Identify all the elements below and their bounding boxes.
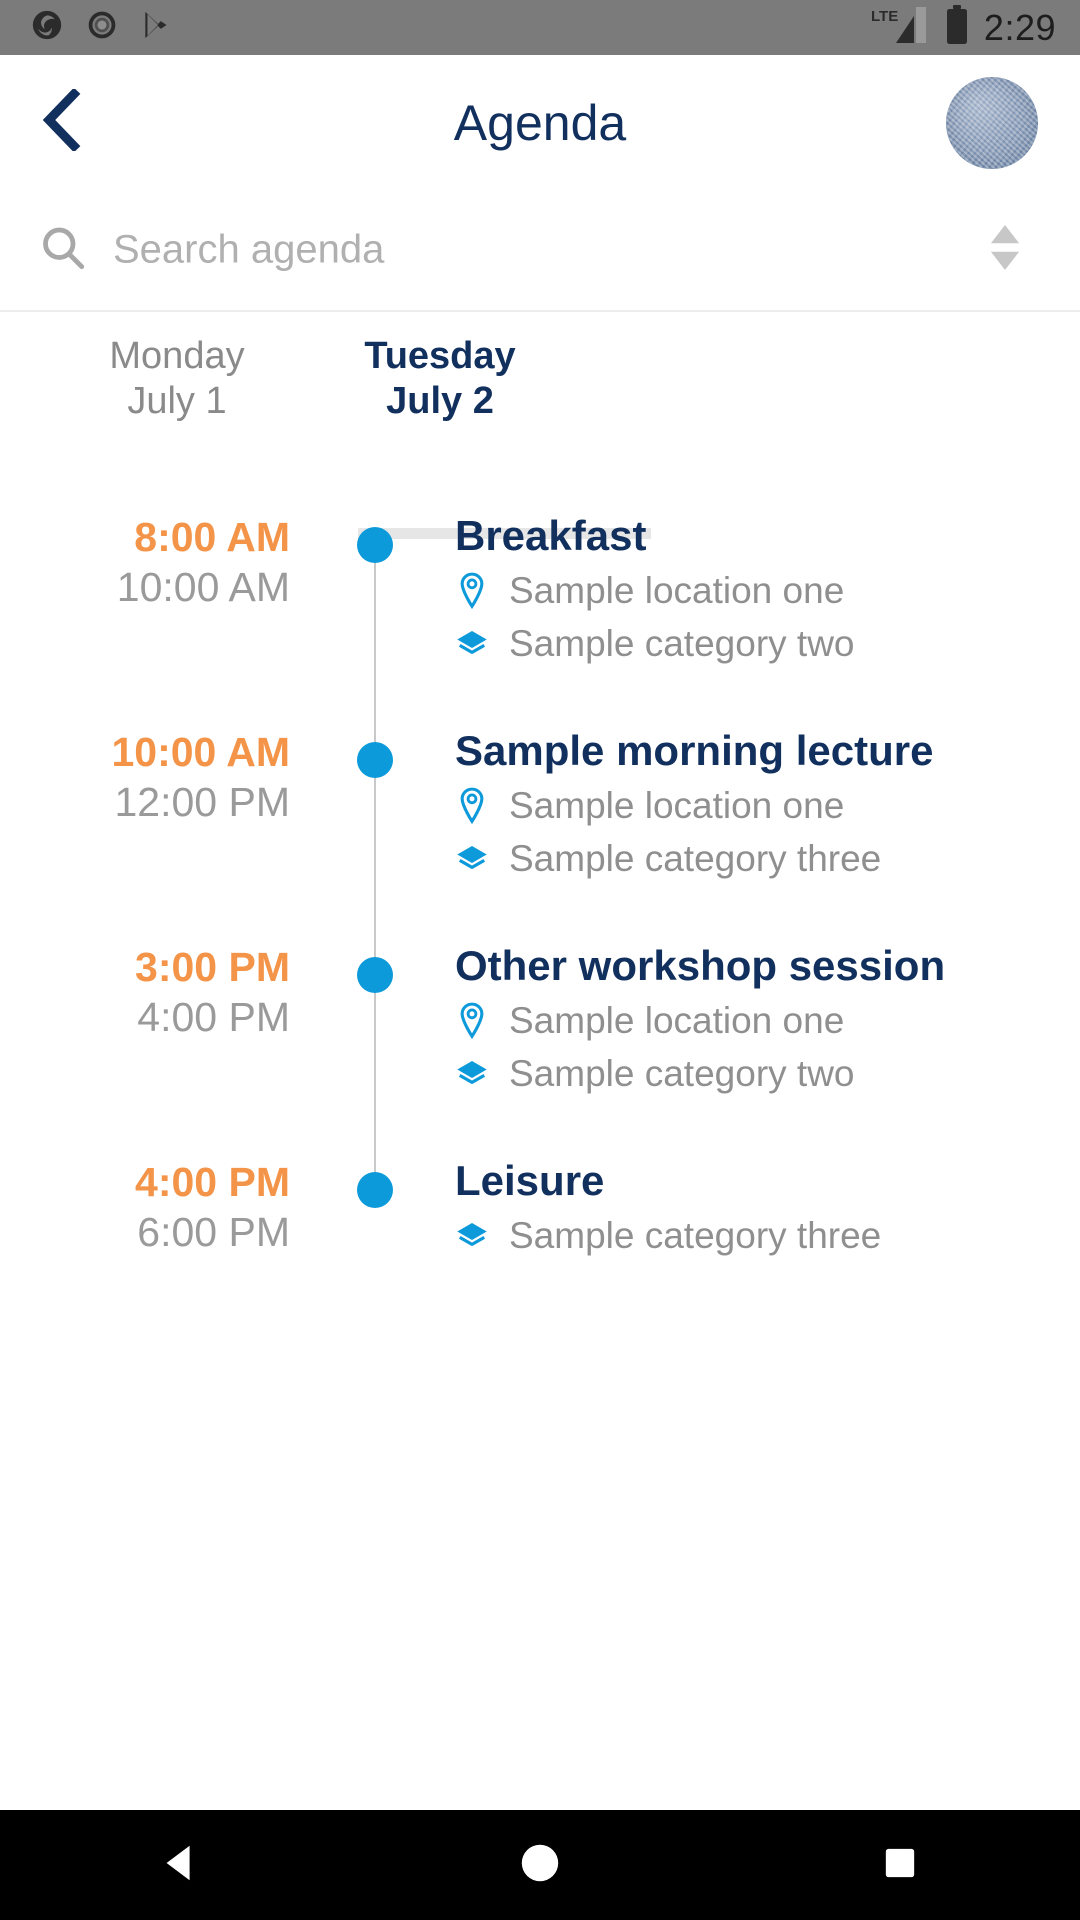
status-bar-system-icons: LTE 2:29 — [870, 4, 1080, 51]
avatar[interactable] — [946, 76, 1038, 169]
event-time-range: 4:00 PM 6:00 PM — [0, 1157, 290, 1257]
event-category-text: Sample category two — [509, 623, 855, 665]
nav-home-button[interactable] — [470, 1810, 610, 1920]
timeline-dot — [357, 957, 393, 993]
event-details: Breakfast Sample location one Sample cat… — [455, 512, 1055, 666]
aperture-logo-icon — [30, 8, 64, 47]
timeline-dot — [357, 527, 393, 563]
event-time-range: 10:00 AM 12:00 PM — [0, 727, 291, 827]
event-category-text: Sample category three — [509, 838, 882, 880]
circle-record-icon — [86, 9, 118, 46]
layers-category-icon — [455, 1219, 489, 1253]
play-store-icon — [140, 9, 172, 46]
event-start-time: 4:00 PM — [135, 1159, 290, 1205]
nav-recents-square-icon — [880, 1843, 920, 1888]
event-title: Leisure — [455, 1157, 605, 1204]
agenda-screen: LTE 2:29 Agenda Search agenda Monday Jul… — [0, 0, 1080, 1920]
event-details: Other workshop session Sample location o… — [455, 942, 1055, 1096]
nav-back-triangle-icon — [157, 1840, 203, 1891]
timeline-axis — [374, 545, 376, 1200]
event-category-text: Sample category three — [509, 1215, 882, 1257]
event-category-text: Sample category two — [509, 1053, 855, 1095]
layers-category-icon — [455, 1057, 489, 1091]
lte-signal-icon: LTE — [870, 4, 930, 51]
timeline-dot — [357, 742, 393, 778]
event-location-text: Sample location one — [509, 570, 845, 612]
search-icon — [38, 223, 88, 278]
nav-recents-button[interactable] — [830, 1810, 970, 1920]
svg-text:LTE: LTE — [871, 8, 898, 25]
location-pin-icon — [455, 1002, 489, 1040]
event-category-row: Sample category three — [455, 1214, 1055, 1258]
layers-category-icon — [455, 842, 489, 876]
event-start-time: 10:00 AM — [111, 729, 291, 775]
day-tabs: Monday July 1 Tuesday July 2 — [0, 312, 1080, 539]
event-time-range: 3:00 PM 4:00 PM — [0, 942, 290, 1042]
event-start-time: 8:00 AM — [134, 514, 290, 560]
status-bar-notification-icons — [0, 8, 172, 47]
search-bar — [0, 190, 1080, 310]
status-bar-clock: 2:29 — [983, 6, 1056, 48]
battery-full-icon — [944, 4, 970, 51]
event-end-time: 6:00 PM — [137, 1209, 290, 1256]
event-end-time: 4:00 PM — [137, 994, 290, 1041]
timeline-dot — [357, 1172, 393, 1208]
event-location-text: Sample location one — [509, 1000, 845, 1042]
event-end-time: 12:00 PM — [114, 779, 291, 826]
event-end-time: 10:00 AM — [116, 564, 290, 611]
nav-back-button[interactable] — [110, 1810, 250, 1920]
event-category-row: Sample category two — [455, 622, 1055, 666]
search-input[interactable] — [113, 227, 733, 273]
event-details: Sample morning lecture Sample location o… — [455, 727, 1055, 881]
location-pin-icon — [455, 787, 489, 825]
tab-day-label: Tuesday — [364, 335, 516, 377]
app-header: Agenda — [0, 55, 1080, 190]
event-title: Sample morning lecture — [455, 727, 934, 774]
tab-tuesday-july-2[interactable]: Tuesday July 2 — [260, 334, 620, 424]
sort-ascending-descending-icon[interactable] — [982, 217, 1028, 284]
event-details: Leisure Sample category three — [455, 1157, 1055, 1258]
location-pin-icon — [455, 572, 489, 610]
event-location-row: Sample location one — [455, 784, 1055, 828]
android-nav-bar — [0, 1810, 1080, 1920]
event-title: Breakfast — [455, 512, 647, 559]
layers-category-icon — [455, 627, 489, 661]
event-location-text: Sample location one — [509, 785, 845, 827]
event-title: Other workshop session — [455, 942, 946, 989]
event-category-row: Sample category two — [455, 1052, 1055, 1096]
event-location-row: Sample location one — [455, 999, 1055, 1043]
agenda-timeline: 8:00 AM 10:00 AM Breakfast Sample locati… — [0, 440, 1080, 1810]
event-start-time: 3:00 PM — [135, 944, 290, 990]
event-time-range: 8:00 AM 10:00 AM — [0, 512, 290, 612]
event-category-row: Sample category three — [455, 837, 1055, 881]
event-location-row: Sample location one — [455, 569, 1055, 613]
status-bar: LTE 2:29 — [0, 0, 1080, 55]
tab-date-label: July 2 — [386, 379, 494, 422]
page-title: Agenda — [453, 94, 627, 151]
nav-home-circle-icon — [517, 1840, 563, 1891]
